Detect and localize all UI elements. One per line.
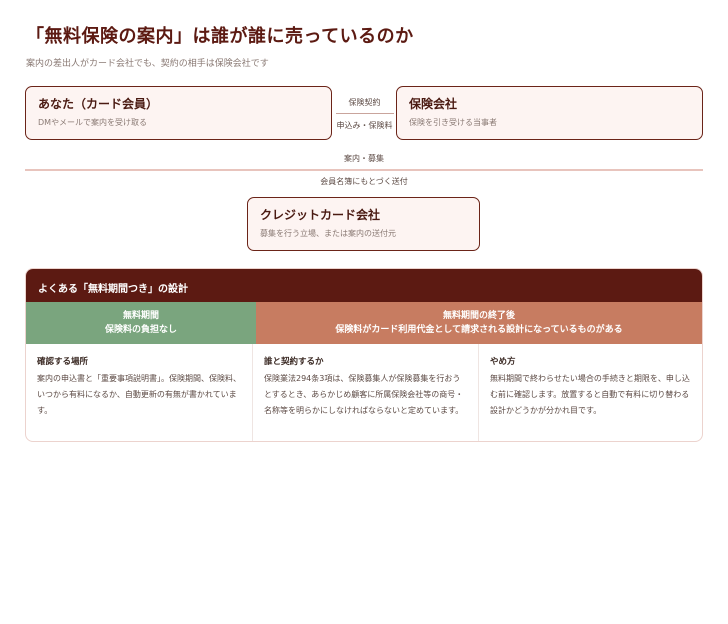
info-col-quit: やめ方 無料期間で終わらせたい場合の手続きと期限を、申し込む前に確認します。放置… xyxy=(478,344,702,441)
after-period-title: 無料期間の終了後 xyxy=(442,311,515,321)
party-insurer-desc: 保険を引き受ける当事者 xyxy=(409,118,497,127)
page-title: 「無料保険の案内」は誰が誰に売っているのか xyxy=(26,26,414,47)
info-body: 保険業法294条3項は、保険募集人が保険募集を行おうとするとき、あらかじめ顧客に… xyxy=(264,374,464,415)
flow-application-label: 申込み・保険料 xyxy=(336,121,393,130)
free-period: 無料期間 保険料の負担なし xyxy=(26,302,256,344)
party-card-company-desc: 募集を行う立場、または案内の送付元 xyxy=(260,229,396,238)
info-body: 無料期間で終わらせたい場合の手続きと期限を、申し込む前に確認します。放置すると自… xyxy=(490,374,690,415)
party-card-company-title: クレジットカード会社 xyxy=(260,208,381,222)
after-period: 無料期間の終了後 保険料がカード利用代金として請求される設計になっているものがあ… xyxy=(256,302,702,344)
design-card: よくある「無料期間つき」の設計 無料期間 保険料の負担なし 無料期間の終了後 保… xyxy=(25,268,703,442)
party-you-title: あなた（カード会員） xyxy=(38,97,159,111)
page-subtitle: 案内の差出人がカード会社でも、契約の相手は保険会社です xyxy=(26,59,269,69)
info-heading: やめ方 xyxy=(490,357,516,367)
free-period-title: 無料期間 xyxy=(122,311,159,321)
info-col-where: 確認する場所 案内の申込書と「重要事項説明書」。保険期間、保険料、いつから有料に… xyxy=(26,344,252,441)
party-insurer: 保険会社 保険を引き受ける当事者 xyxy=(396,86,703,140)
flow-contract-label: 保険契約 xyxy=(348,98,381,107)
design-header: よくある「無料期間つき」の設計 xyxy=(26,269,702,302)
flow-guidance-label: 案内・募集 xyxy=(344,154,384,163)
info-row: 確認する場所 案内の申込書と「重要事項説明書」。保険期間、保険料、いつから有料に… xyxy=(26,344,702,441)
party-insurer-title: 保険会社 xyxy=(409,97,458,111)
party-card-company: クレジットカード会社 募集を行う立場、または案内の送付元 xyxy=(247,197,480,251)
info-col-who: 誰と契約するか 保険業法294条3項は、保険募集人が保険募集を行おうとするとき、… xyxy=(252,344,478,441)
info-heading: 誰と契約するか xyxy=(264,357,324,367)
after-period-desc: 保険料がカード利用代金として請求される設計になっているものがある xyxy=(335,325,623,335)
party-you-desc: DMやメールで案内を受け取る xyxy=(38,118,148,127)
info-heading: 確認する場所 xyxy=(37,357,89,367)
period-row: 無料期間 保険料の負担なし 無料期間の終了後 保険料がカード利用代金として請求さ… xyxy=(26,302,702,344)
flow-divider xyxy=(25,169,703,171)
info-body: 案内の申込書と「重要事項説明書」。保険期間、保険料、いつから有料になるか、自動更… xyxy=(37,374,241,415)
flow-mailing-label: 会員名簿にもとづく送付 xyxy=(320,177,408,186)
free-period-desc: 保険料の負担なし xyxy=(104,325,177,335)
party-you: あなた（カード会員） DMやメールで案内を受け取る xyxy=(25,86,332,140)
flow-contract-line xyxy=(336,113,394,114)
